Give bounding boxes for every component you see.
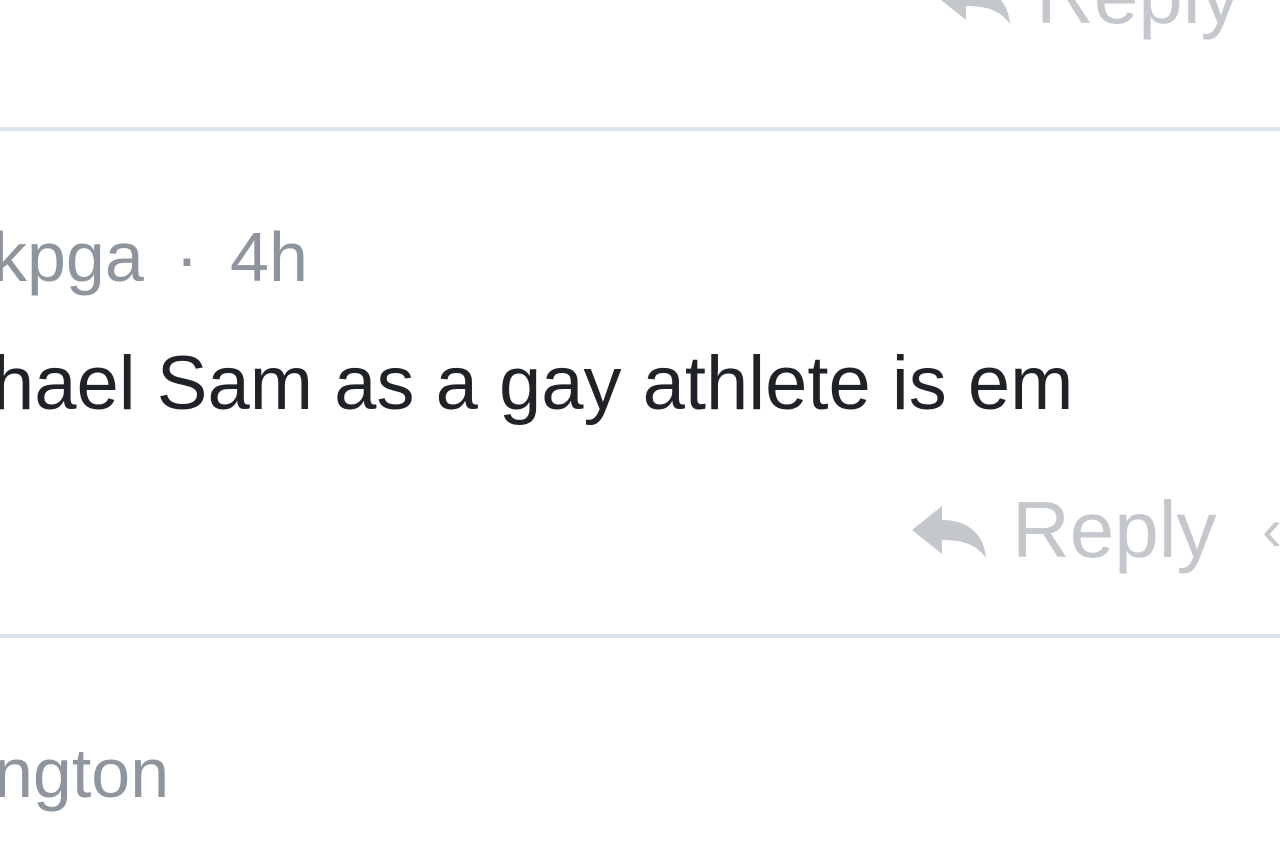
more-icon[interactable]: ‹ (1262, 500, 1280, 560)
reply-arrow-icon (941, 0, 1010, 24)
comment-thread: Reply kpga · 4h hael Sam as a gay athlet… (0, 0, 1280, 854)
reply-button[interactable]: Reply (930, 0, 1241, 36)
comment-meta: ngton (0, 738, 169, 808)
reply-button[interactable]: Reply (906, 490, 1217, 570)
comment-meta: kpga · 4h (0, 222, 308, 292)
reply-label: Reply (1036, 0, 1241, 36)
comment-timestamp[interactable]: 4h (230, 218, 308, 296)
comment-divider (0, 127, 1280, 131)
reply-arrow-icon (912, 506, 986, 558)
comment-author[interactable]: kpga (0, 218, 144, 296)
reply-label: Reply (1012, 485, 1217, 574)
comment-author[interactable]: ngton (0, 734, 169, 812)
comment-divider (0, 634, 1280, 638)
comment-body: hael Sam as a gay athlete is em (0, 341, 1074, 426)
meta-separator: · (175, 218, 199, 296)
